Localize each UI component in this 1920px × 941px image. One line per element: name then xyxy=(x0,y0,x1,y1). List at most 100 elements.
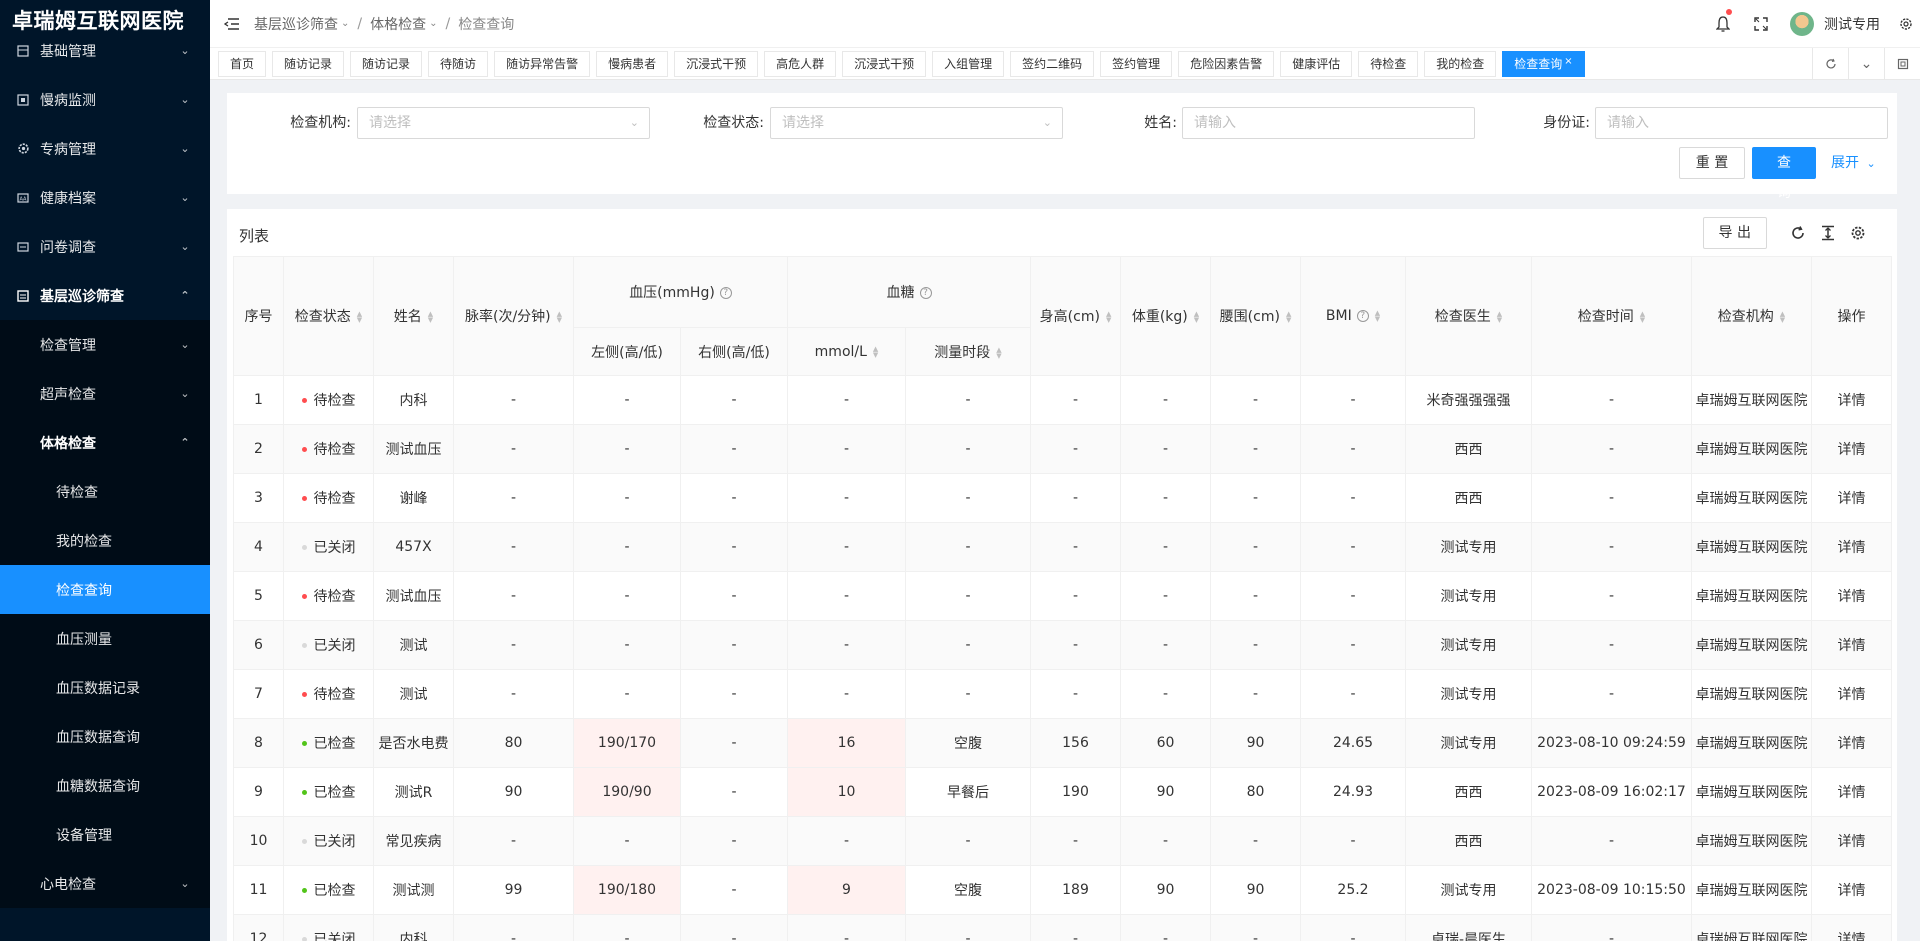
sidebar-item-chronic[interactable]: 慢病监测 ⌄ xyxy=(0,75,210,124)
sidebar-item-exam-management[interactable]: 检查管理 ⌄ xyxy=(0,320,210,369)
chevron-down-icon[interactable]: ⌄ xyxy=(1848,47,1884,80)
detail-link[interactable]: 详情 xyxy=(1811,375,1892,425)
export-button[interactable]: 导 出 xyxy=(1702,217,1767,249)
detail-link[interactable]: 详情 xyxy=(1811,522,1892,572)
tab-enrollment[interactable]: 入组管理 xyxy=(932,50,1005,77)
tab-high-risk[interactable]: 高危人群 xyxy=(764,50,837,77)
tab-chronic-patients[interactable]: 慢病患者 xyxy=(596,50,669,77)
sort-icon[interactable]: ▲ ▼ xyxy=(357,311,362,324)
col-header-bmi[interactable]: BMI? ▲ ▼ xyxy=(1300,256,1406,376)
tab-health-assessment[interactable]: 健康评估 xyxy=(1280,50,1353,77)
detail-link[interactable]: 详情 xyxy=(1811,767,1892,817)
tab-sign-management[interactable]: 签约管理 xyxy=(1100,50,1173,77)
tab-followup-records-2[interactable]: 随访记录 xyxy=(350,50,423,77)
detail-link[interactable]: 详情 xyxy=(1811,571,1892,621)
sidebar-item-ultrasound[interactable]: 超声检查 ⌄ xyxy=(0,369,210,418)
col-header-height[interactable]: 身高(cm) ▲ ▼ xyxy=(1030,256,1121,376)
col-header-time[interactable]: 检查时间 ▲ ▼ xyxy=(1531,256,1692,376)
tab-my-exam[interactable]: 我的检查 xyxy=(1424,50,1497,77)
detail-link[interactable]: 详情 xyxy=(1811,620,1892,670)
reset-button[interactable]: 重 置 xyxy=(1679,147,1745,179)
cell-bmi: - xyxy=(1300,571,1406,621)
sidebar-item-health-record[interactable]: AA 健康档案 ⌄ xyxy=(0,173,210,222)
breadcrumb-item[interactable]: 基层巡诊筛查 xyxy=(254,14,338,34)
tab-followup-records[interactable]: 随访记录 xyxy=(272,50,345,77)
sidebar-item-ecg[interactable]: 心电检查 ⌄ xyxy=(0,859,210,908)
tab-immersive-intervention-2[interactable]: 沉浸式干预 xyxy=(842,50,927,77)
status-dot-icon xyxy=(301,887,307,893)
close-icon[interactable]: × xyxy=(1564,56,1572,67)
sidebar-item-screening[interactable]: 基层巡诊筛查 ⌃ xyxy=(0,271,210,320)
sidebar-item-device-management[interactable]: 设备管理 xyxy=(0,810,210,859)
status-select[interactable]: 请选择 ⌄ xyxy=(770,107,1063,139)
col-header-org[interactable]: 检查机构 ▲ ▼ xyxy=(1691,256,1812,376)
sidebar-item-disease[interactable]: 专病管理 ⌄ xyxy=(0,124,210,173)
gear-icon[interactable] xyxy=(1892,0,1920,48)
sidebar-item-survey[interactable]: 问卷调查 ⌄ xyxy=(0,222,210,271)
sort-icon[interactable]: ▲ ▼ xyxy=(557,311,562,324)
tab-exam-query[interactable]: 检查查询 × xyxy=(1502,50,1585,77)
detail-link[interactable]: 详情 xyxy=(1811,718,1892,768)
tab-pending-exam[interactable]: 待检查 xyxy=(1358,50,1419,77)
col-header-name[interactable]: 姓名 ▲ ▼ xyxy=(373,256,454,376)
sidebar-item-bp-query[interactable]: 血压数据查询 xyxy=(0,712,210,761)
username[interactable]: 测试专用 xyxy=(1824,14,1880,34)
sidebar-item-pending-exam[interactable]: 待检查 xyxy=(0,467,210,516)
avatar[interactable] xyxy=(1790,11,1814,36)
sidebar-item-bp-measure[interactable]: 血压测量 xyxy=(0,614,210,663)
detail-link[interactable]: 详情 xyxy=(1811,669,1892,719)
expand-icon[interactable] xyxy=(1884,47,1920,80)
question-icon[interactable]: ? xyxy=(1356,310,1369,322)
col-header-doctor[interactable]: 检查医生 ▲ ▼ xyxy=(1405,256,1532,376)
col-header-pulse[interactable]: 脉率(次/分钟) ▲ ▼ xyxy=(453,256,574,376)
col-header-weight[interactable]: 体重(kg) ▲ ▼ xyxy=(1120,256,1211,376)
sort-icon[interactable]: ▲ ▼ xyxy=(873,345,878,358)
sort-icon[interactable]: ▲ ▼ xyxy=(1194,311,1199,324)
tab-sign-qrcode[interactable]: 签约二维码 xyxy=(1010,50,1095,77)
org-select[interactable]: 请选择 ⌄ xyxy=(357,107,650,139)
col-header-glucose-value[interactable]: mmol/L ▲ ▼ xyxy=(787,327,906,376)
sort-icon[interactable]: ▲ ▼ xyxy=(428,311,433,324)
sidebar-item-exam-query[interactable]: 检查查询 xyxy=(0,565,210,614)
sort-icon[interactable]: ▲ ▼ xyxy=(1640,311,1645,324)
sort-icon[interactable]: ▲ ▼ xyxy=(1497,311,1502,324)
sort-icon[interactable]: ▲ ▼ xyxy=(1780,311,1785,324)
detail-link[interactable]: 详情 xyxy=(1811,473,1892,523)
question-icon[interactable]: ? xyxy=(719,287,732,299)
breadcrumb-item[interactable]: 体格检查 xyxy=(370,14,426,34)
reload-icon[interactable] xyxy=(1783,217,1813,249)
sort-icon[interactable]: ▲ ▼ xyxy=(1286,311,1291,324)
sort-icon[interactable]: ▲ ▼ xyxy=(996,346,1001,359)
refresh-icon[interactable] xyxy=(1812,47,1848,80)
search-button[interactable]: 查 询 xyxy=(1752,147,1816,201)
expand-button[interactable]: 展开 ⌄ xyxy=(1831,147,1876,179)
density-icon[interactable] xyxy=(1813,217,1843,249)
menu-fold-icon[interactable] xyxy=(222,14,242,34)
bell-icon[interactable] xyxy=(1704,0,1742,48)
name-input[interactable]: 请输入 xyxy=(1182,107,1475,139)
gear-icon[interactable] xyxy=(1843,217,1873,249)
detail-link[interactable]: 详情 xyxy=(1811,914,1892,941)
table-row: 7 待检查 测试 - - - - - - - - - 测试专用 - 卓瑞姆互联网医院 详情 xyxy=(233,669,1892,719)
tab-home[interactable]: 首页 xyxy=(218,50,267,77)
sort-icon[interactable]: ▲ ▼ xyxy=(1375,310,1380,323)
sidebar-item-bp-records[interactable]: 血压数据记录 xyxy=(0,663,210,712)
col-header-waist[interactable]: 腰围(cm) ▲ ▼ xyxy=(1210,256,1301,376)
col-header-status[interactable]: 检查状态 ▲ ▼ xyxy=(283,256,374,376)
sidebar-item-physical-exam[interactable]: 体格检查 ⌃ xyxy=(0,418,210,467)
detail-link[interactable]: 详情 xyxy=(1811,424,1892,474)
tab-followup-alerts[interactable]: 随访异常告警 xyxy=(494,50,591,77)
tab-risk-alerts[interactable]: 危险因素告警 xyxy=(1178,50,1275,77)
detail-link[interactable]: 详情 xyxy=(1811,865,1892,915)
question-icon[interactable]: ? xyxy=(919,287,932,299)
sidebar-item-my-exam[interactable]: 我的检查 xyxy=(0,516,210,565)
tab-immersive-intervention[interactable]: 沉浸式干预 xyxy=(674,50,759,77)
fullscreen-icon[interactable] xyxy=(1742,0,1780,48)
detail-link[interactable]: 详情 xyxy=(1811,816,1892,866)
col-header-glucose-period[interactable]: 测量时段 ▲ ▼ xyxy=(905,327,1031,376)
sort-icon[interactable]: ▲ ▼ xyxy=(1106,311,1111,324)
tab-pending-followup[interactable]: 待随访 xyxy=(428,50,489,77)
sidebar-item-glucose-query[interactable]: 血糖数据查询 xyxy=(0,761,210,810)
id-card-input[interactable]: 请输入 xyxy=(1595,107,1888,139)
sidebar-item-basic[interactable]: 基础管理 ⌄ xyxy=(0,26,210,75)
